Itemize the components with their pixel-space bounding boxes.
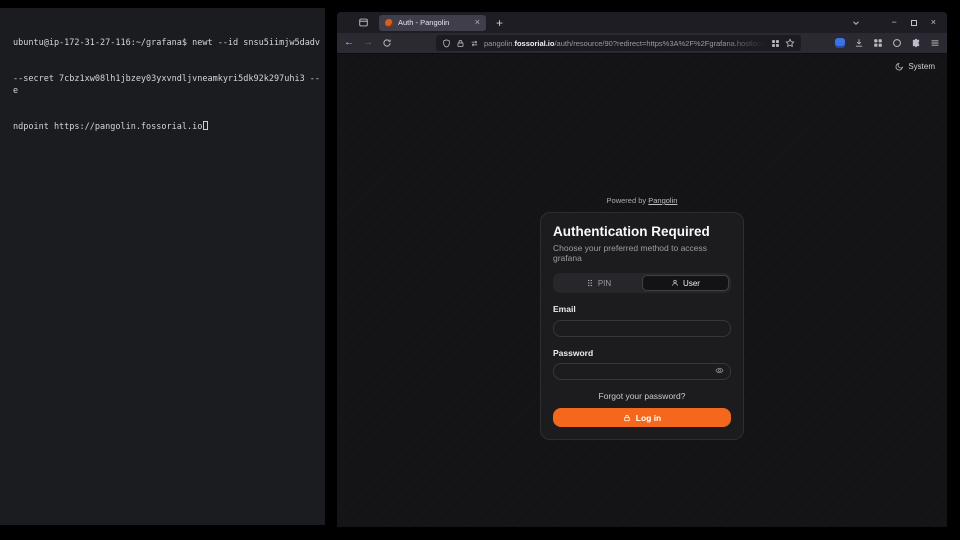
minimize-button[interactable]: − — [891, 18, 896, 27]
nav-buttons: ← → — [344, 33, 392, 53]
pangolin-favicon-icon — [385, 19, 393, 27]
auth-card: Authentication Required Choose your pref… — [540, 212, 744, 440]
browser-tab-auth-pangolin[interactable]: Auth - Pangolin × — [379, 15, 486, 31]
tab-title: Auth - Pangolin — [398, 18, 470, 27]
terminal-line-text: ndpoint https://pangolin.fossorial.io — [13, 122, 202, 132]
auth-method-tabs: PIN User — [553, 273, 731, 293]
url-prefix: pangolin. — [484, 39, 514, 48]
url-text: pangolin.fossorial.io/auth/resource/90?r… — [484, 39, 766, 48]
forward-button[interactable]: → — [363, 38, 373, 48]
show-password-eye-icon[interactable] — [715, 366, 724, 375]
close-window-button[interactable]: × — [931, 18, 936, 27]
switch-arrows-icon[interactable] — [470, 39, 479, 48]
apps-grid-icon[interactable] — [873, 38, 883, 48]
terminal-cursor — [203, 121, 208, 130]
maximize-button[interactable] — [911, 20, 917, 26]
terminal-output: ubuntu@ip-172-31-27-116:~/grafana$ newt … — [0, 8, 325, 157]
moon-icon — [895, 62, 904, 71]
browser-tab-bar: Auth - Pangolin × + − × — [337, 12, 947, 33]
ring-extension-icon[interactable] — [892, 38, 902, 48]
card-subtitle: Choose your preferred method to access g… — [553, 243, 731, 263]
keypad-icon — [586, 279, 594, 287]
browser-nav-toolbar: ← → p — [337, 33, 947, 54]
reload-icon[interactable] — [382, 38, 392, 48]
tab-grid-icon[interactable] — [771, 39, 780, 48]
window-controls: − × — [851, 18, 936, 28]
downloads-icon[interactable] — [854, 38, 864, 48]
url-bar[interactable]: pangolin.fossorial.io/auth/resource/90?r… — [436, 35, 801, 51]
login-button[interactable]: Log in — [553, 408, 731, 427]
terminal-line: ubuntu@ip-172-31-27-116:~/grafana$ newt … — [13, 37, 321, 49]
extensions-puzzle-icon[interactable] — [911, 38, 921, 48]
password-field[interactable] — [553, 363, 731, 380]
terminal-line: ndpoint https://pangolin.fossorial.io — [13, 121, 321, 133]
tab-user[interactable]: User — [642, 275, 729, 291]
back-button[interactable]: ← — [344, 38, 354, 48]
login-button-label: Log in — [636, 413, 662, 423]
tab-pin[interactable]: PIN — [555, 275, 642, 291]
chevron-down-icon[interactable] — [851, 18, 861, 28]
menu-hamburger-icon[interactable] — [930, 38, 940, 48]
bookmark-star-icon[interactable] — [785, 38, 795, 48]
tab-close-icon[interactable]: × — [475, 18, 480, 27]
user-icon — [671, 279, 679, 287]
powered-by: Powered by Pangolin — [540, 196, 744, 205]
page-content: System Powered by Pangolin Authenticatio… — [337, 54, 947, 527]
card-title: Authentication Required — [553, 224, 731, 239]
auth-section: Powered by Pangolin Authentication Requi… — [540, 196, 744, 440]
toolbar-right-icons — [835, 33, 940, 53]
email-field-wrap — [553, 318, 731, 337]
terminal-line: --secret 7cbz1xw08lh1jbzey03yxvndljvneam… — [13, 73, 321, 97]
theme-toggle[interactable]: System — [895, 62, 935, 71]
theme-toggle-label: System — [908, 62, 935, 71]
email-field[interactable] — [553, 320, 731, 337]
firefox-view-icon[interactable] — [358, 17, 369, 28]
forgot-password-link[interactable]: Forgot your password? — [553, 391, 731, 401]
password-field-wrap — [553, 362, 731, 381]
url-path: /auth/resource/90?redirect=https%3A%2F%2… — [554, 39, 766, 48]
shield-icon[interactable] — [442, 39, 451, 48]
password-label: Password — [553, 348, 731, 358]
powered-by-text: Powered by — [607, 196, 647, 205]
pangolin-link[interactable]: Pangolin — [648, 196, 677, 205]
email-label: Email — [553, 304, 731, 314]
tab-user-label: User — [683, 279, 700, 288]
tab-pin-label: PIN — [598, 279, 611, 288]
extension-blue-icon[interactable] — [835, 38, 845, 48]
login-lock-icon — [623, 414, 631, 422]
browser-window: Auth - Pangolin × + − × ← → — [337, 12, 947, 527]
new-tab-button[interactable]: + — [496, 17, 503, 29]
terminal-window[interactable]: ubuntu@ip-172-31-27-116:~/grafana$ newt … — [0, 8, 325, 525]
lock-icon[interactable] — [456, 39, 465, 48]
url-domain: fossorial.io — [514, 39, 554, 48]
